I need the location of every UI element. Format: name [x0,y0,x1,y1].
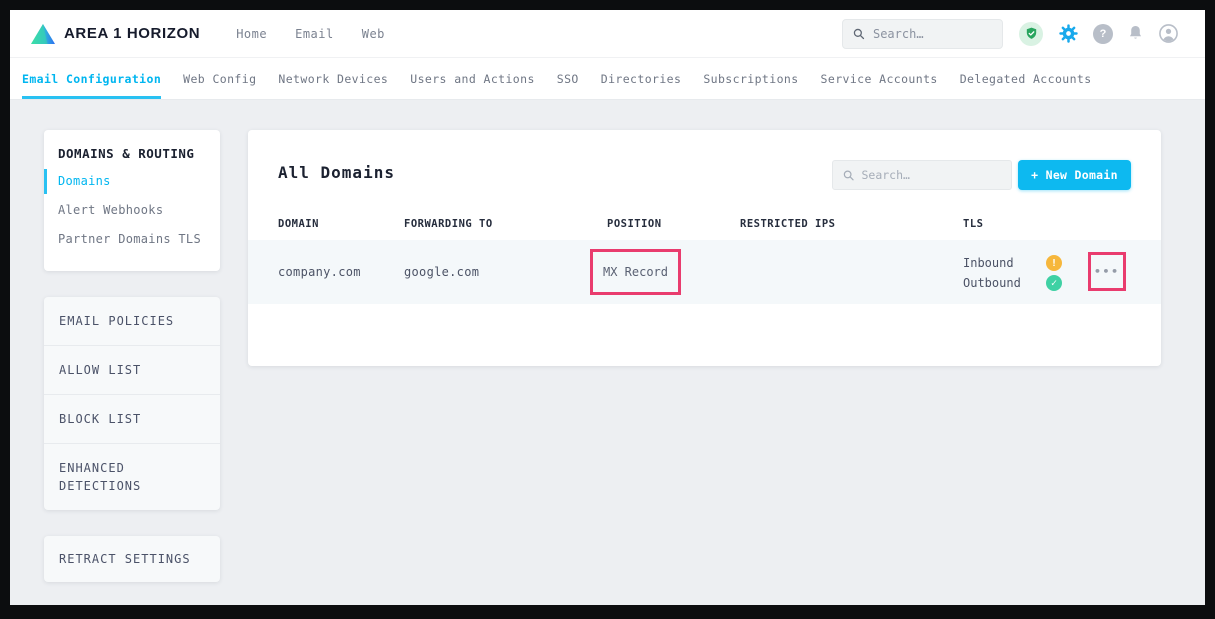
sidebar-item-domains[interactable]: Domains [44,167,220,196]
col-domain: DOMAIN [278,218,319,230]
domains-routing-title: DOMAINS & ROUTING [44,138,220,167]
domains-table-header: DOMAIN FORWARDING TO POSITION RESTRICTED… [248,212,1161,240]
gear-icon[interactable] [1056,22,1080,46]
sidebar-item-alert-webhooks[interactable]: Alert Webhooks [44,196,220,225]
cell-domain: company.com [278,240,361,304]
sidebar-item-enhanced-detections[interactable]: ENHANCED DETECTIONS [44,444,220,510]
cell-position: MX Record [603,265,668,279]
top-nav: Home Email Web [236,27,385,41]
ellipsis-menu-icon[interactable]: ••• [1094,266,1120,277]
cell-forwarding-to: google.com [404,240,479,304]
area1-triangle-icon [30,23,56,45]
new-domain-button[interactable]: + New Domain [1018,160,1131,190]
brand-logo[interactable]: AREA 1 HORIZON [30,23,200,45]
search-icon [843,169,854,182]
bell-icon[interactable] [1126,24,1145,43]
col-restricted-ips: RESTRICTED IPS [740,218,836,230]
tab-directories[interactable]: Directories [601,58,682,99]
tab-sso[interactable]: SSO [557,58,579,99]
tab-email-configuration[interactable]: Email Configuration [22,58,161,99]
sidebar-item-allow-list[interactable]: ALLOW LIST [44,346,220,395]
tab-service-accounts[interactable]: Service Accounts [821,58,938,99]
shield-check-icon[interactable] [1019,22,1043,46]
search-icon [853,27,865,41]
user-icon[interactable] [1158,23,1179,44]
app-window: AREA 1 HORIZON Home Email Web [10,10,1205,605]
screenshot-frame: AREA 1 HORIZON Home Email Web [0,0,1215,619]
nav-home[interactable]: Home [236,27,267,41]
content-area: DOMAINS & ROUTING Domains Alert Webhooks… [10,100,1205,605]
all-domains-panel: All Domains + New Domain DOMAIN FORWARDI… [248,130,1161,366]
domains-search[interactable] [832,160,1012,190]
policy-sections-card: EMAIL POLICIES ALLOW LIST BLOCK LIST ENH… [44,297,220,510]
nav-email[interactable]: Email [295,27,334,41]
header-icons: ? [1019,22,1179,46]
tab-web-config[interactable]: Web Config [183,58,256,99]
tab-subscriptions[interactable]: Subscriptions [703,58,798,99]
top-header: AREA 1 HORIZON Home Email Web [10,10,1205,58]
tls-outbound-label: Outbound [963,274,1021,292]
global-search-input[interactable] [873,27,992,41]
domains-search-input[interactable] [861,168,1001,182]
sidebar-item-block-list[interactable]: BLOCK LIST [44,395,220,444]
sidebar-item-partner-domains-tls[interactable]: Partner Domains TLS [44,225,220,254]
tab-network-devices[interactable]: Network Devices [278,58,388,99]
page-title: All Domains [278,163,395,182]
highlight-box-position: MX Record [590,249,681,295]
col-forwarding-to: FORWARDING TO [404,218,493,230]
sidebar-item-retract-settings[interactable]: RETRACT SETTINGS [44,552,191,566]
global-search[interactable] [842,19,1003,49]
help-icon[interactable]: ? [1093,24,1113,44]
table-row: company.com google.com MX Record Inbound… [248,240,1161,304]
sidebar-item-email-policies[interactable]: EMAIL POLICIES [44,297,220,346]
config-tabbar: Email Configuration Web Config Network D… [10,58,1205,100]
tls-inbound-warning-icon: ! [1046,255,1062,271]
tls-outbound-check-icon: ✓ [1046,275,1062,291]
tls-inbound-label: Inbound [963,254,1014,272]
col-tls: TLS [963,218,983,230]
col-position: POSITION [607,218,662,230]
highlight-box-row-menu: ••• [1088,252,1126,291]
brand-name: AREA 1 HORIZON [64,25,200,42]
nav-web[interactable]: Web [362,27,385,41]
retract-settings-card[interactable]: RETRACT SETTINGS [44,536,220,582]
domains-routing-card: DOMAINS & ROUTING Domains Alert Webhooks… [44,130,220,271]
tab-users-and-actions[interactable]: Users and Actions [410,58,535,99]
tab-delegated-accounts[interactable]: Delegated Accounts [960,58,1092,99]
